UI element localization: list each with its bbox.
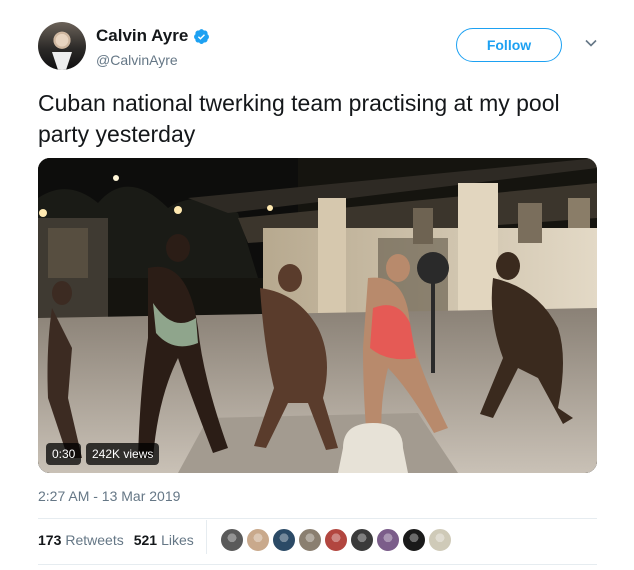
chevron-down-icon[interactable] [584,36,598,50]
video-player[interactable]: 0:30 242K views [38,158,597,473]
retweets-count: 173 [38,532,62,548]
divider-top [38,518,597,519]
liker-avatar[interactable] [402,528,426,552]
liker-avatar[interactable] [220,528,244,552]
divider-bottom [38,564,597,565]
engagement-stats: 173 Retweets 521 Likes [38,532,204,548]
display-name[interactable]: Calvin Ayre [96,26,188,46]
liker-avatar[interactable] [376,528,400,552]
name-row: Calvin Ayre [96,26,210,46]
liker-avatar[interactable] [272,528,296,552]
likes-label: Likes [161,532,194,548]
liker-avatar[interactable] [246,528,270,552]
liker-avatar[interactable] [298,528,322,552]
likes-stat[interactable]: 521 Likes [134,532,194,548]
liker-avatar[interactable] [324,528,348,552]
liker-avatar[interactable] [350,528,374,552]
tweet-timestamp[interactable]: 2:27 AM - 13 Mar 2019 [38,488,180,504]
retweets-stat[interactable]: 173 Retweets [38,532,124,548]
follow-button[interactable]: Follow [456,28,562,62]
liker-avatar[interactable] [428,528,452,552]
likes-count: 521 [133,532,158,548]
video-frame [38,158,597,473]
liker-avatars [220,528,454,552]
tweet-text: Cuban national twerking team practising … [38,90,560,147]
stats-separator [206,520,207,554]
tweet-header: Calvin Ayre @CalvinAyre Follow [38,22,608,72]
avatar[interactable] [38,22,86,70]
video-duration: 0:30 [46,443,82,465]
video-views: 242K views [86,443,160,465]
user-handle[interactable]: @CalvinAyre [96,52,178,68]
retweets-label: Retweets [65,532,124,548]
verified-badge-icon [194,28,210,44]
